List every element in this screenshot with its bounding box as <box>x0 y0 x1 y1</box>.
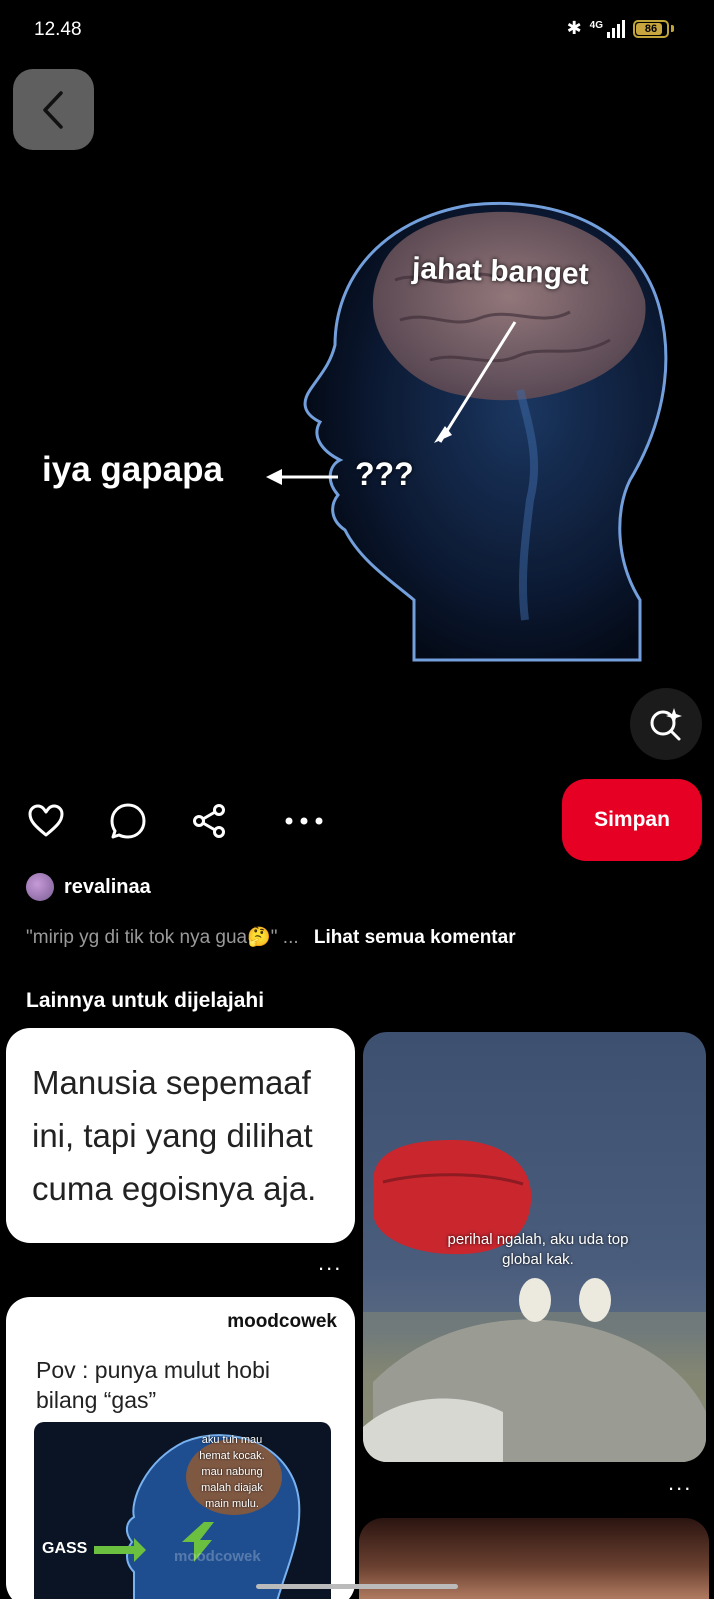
lens-sparkle-icon <box>650 708 682 741</box>
pin-image[interactable]: iya gapapa jahat banget ??? <box>0 160 714 720</box>
status-time: 12.48 <box>34 19 82 40</box>
meme-label-brain: jahat banget <box>411 251 590 292</box>
comment-preview: "mirip yg di tik tok nya gua🤔" ... Lihat… <box>26 925 516 949</box>
comment-text: "mirip yg di tik tok nya gua🤔" ... <box>26 927 299 948</box>
signal-icon: 4G <box>589 19 625 38</box>
head-xray-illustration <box>266 201 668 662</box>
explore-section-title: Lainnya untuk dijelajahi <box>26 989 265 1012</box>
explore-card-quote[interactable]: Manusia sepemaaf ini, tapi yang dilihat … <box>6 1028 355 1243</box>
photo-caption: perihal ngalah, aku uda top global kak. <box>447 1231 629 1268</box>
card-thumbnail: GASS aku tuh mau hemat kocak. mau nabung… <box>34 1422 331 1599</box>
meme-label-mouth: ??? <box>355 456 414 492</box>
bluetooth-icon: ✱ <box>566 18 582 38</box>
explore-card-photo[interactable]: perihal ngalah, aku uda top global kak. <box>363 1032 706 1462</box>
meme-label-left: iya gapapa <box>42 450 223 489</box>
card-more-button[interactable]: ... <box>668 1470 692 1496</box>
more-options-button[interactable] <box>282 799 326 843</box>
view-all-comments-link[interactable]: Lihat semua komentar <box>314 927 516 948</box>
explore-card-pov[interactable]: moodcowek Pov : punya mulut hobi bilang … <box>6 1297 355 1599</box>
status-bar: 12.48 ✱ 4G 86 <box>0 0 714 62</box>
heart-icon <box>28 804 64 837</box>
more-horizontal-icon <box>285 817 323 825</box>
share-icon <box>193 804 225 838</box>
comment-bubble-icon <box>110 803 146 839</box>
avatar <box>26 873 54 901</box>
visual-search-button[interactable] <box>630 688 702 760</box>
chevron-left-icon <box>42 90 63 129</box>
save-button[interactable]: Simpan <box>562 779 702 861</box>
thumb-brain-text: aku tuh mau hemat kocak. mau nabung mala… <box>199 1434 265 1510</box>
network-type: 4G <box>589 19 603 31</box>
quote-text: Manusia sepemaaf ini, tapi yang dilihat … <box>32 1064 317 1207</box>
pin-author[interactable]: revalinaa <box>26 873 151 901</box>
comment-button[interactable] <box>106 799 150 843</box>
battery-level: 86 <box>644 22 658 35</box>
like-button[interactable] <box>24 799 68 843</box>
status-icons: ✱ 4G 86 <box>567 18 674 39</box>
action-bar: Simpan <box>0 779 714 863</box>
back-button[interactable] <box>13 69 94 150</box>
home-indicator[interactable] <box>256 1584 458 1589</box>
card-text: Pov : punya mulut hobi bilang “gas” <box>36 1357 270 1413</box>
share-button[interactable] <box>187 799 231 843</box>
author-name: revalinaa <box>64 875 151 898</box>
card-more-button[interactable]: ... <box>318 1250 342 1276</box>
battery-icon: 86 <box>633 19 669 38</box>
thumb-watermark: moodcowek <box>174 1548 261 1565</box>
card-author: moodcowek <box>227 1311 337 1332</box>
thumb-label: GASS <box>42 1540 88 1557</box>
